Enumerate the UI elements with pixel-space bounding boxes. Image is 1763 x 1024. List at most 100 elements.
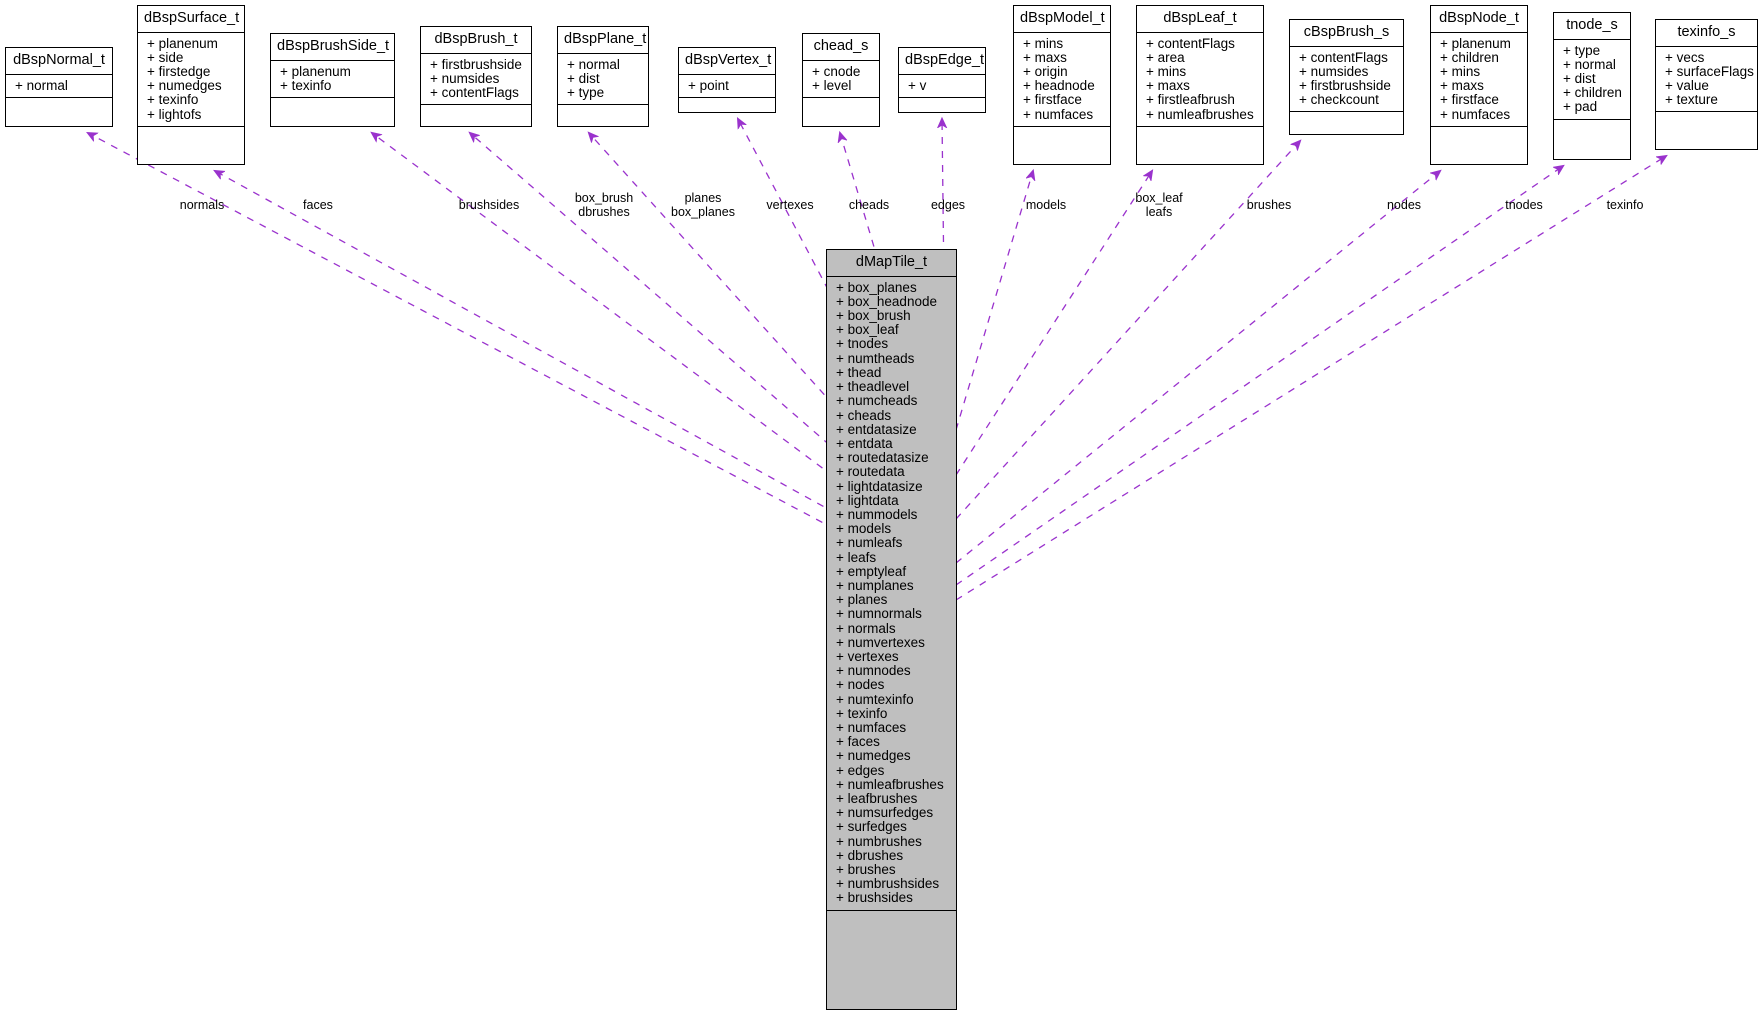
uml-attribute-compartment: + planenum + side + firstedge + numedges + t… (138, 33, 244, 127)
uml-attribute: + entdatasize (836, 421, 917, 437)
uml-attribute: + area (1146, 49, 1185, 65)
uml-attribute: + firstbrushside (1299, 78, 1391, 94)
uml-attribute: + numsurfedges (836, 805, 934, 821)
uml-attribute: + mins (1146, 64, 1187, 80)
edge-label-e-box_leaf: box_leaf leafs (1135, 191, 1182, 219)
uml-attribute: + headnode (1023, 78, 1095, 94)
edge-label-line: nodes (1386, 198, 1422, 212)
uml-class-dBspBrush_t[interactable]: dBspBrush_t + firstbrushside + numsides + c… (420, 26, 532, 127)
uml-operation-compartment (1431, 127, 1527, 164)
uml-class-dBspLeaf_t[interactable]: dBspLeaf_t + contentFlags + area + mins + ma… (1136, 5, 1264, 165)
uml-attribute: + contentFlags (430, 85, 519, 101)
uml-class-title: dBspModel_t (1014, 6, 1110, 33)
uml-attribute: + normal (567, 56, 620, 72)
edge-label-line: edges (930, 198, 966, 212)
uml-class-title: dBspVertex_t (679, 48, 775, 75)
uml-attribute: + box_headnode (836, 293, 937, 309)
uml-class-dBspSurface_t[interactable]: dBspSurface_t + planenum + side + firstedge… (137, 5, 245, 165)
uml-attribute: + theadlevel (836, 379, 910, 395)
uml-operation-compartment (679, 98, 775, 116)
uml-attribute: + brushsides (836, 890, 913, 906)
uml-attribute-compartment: + v (899, 75, 985, 98)
uml-operation-compartment (1656, 112, 1757, 149)
uml-attribute-compartment: + firstbrushside + numsides + contentFlags (421, 54, 531, 106)
edge-label-e-texinfo: texinfo (1606, 198, 1644, 213)
uml-attribute: + vertexes (836, 648, 899, 664)
uml-class-dBspPlane_t[interactable]: dBspPlane_t + normal + dist + type (557, 26, 649, 127)
edge-label-line: box_planes (671, 204, 735, 219)
uml-diagram-canvas: dBspNormal_t + normal dBspSurface_t + plane… (0, 0, 1763, 1024)
uml-operation-compartment (803, 98, 879, 126)
uml-attribute: + numplanes (836, 577, 914, 593)
uml-class-texinfo_s[interactable]: texinfo_s + vecs + surfaceFlags + value + te… (1655, 19, 1758, 150)
edge-label-line: texinfo (1606, 198, 1644, 212)
uml-class-dBspVertex_t[interactable]: dBspVertex_t + point (678, 47, 776, 113)
uml-attribute: + children (1440, 49, 1499, 65)
edge-label-e-faces: faces (303, 198, 333, 213)
uml-attribute: + mins (1023, 35, 1064, 51)
uml-attribute: + contentFlags (1299, 49, 1388, 65)
uml-usage-edge-e-models (955, 171, 1033, 431)
uml-attribute: + type (1563, 42, 1601, 58)
uml-class-dBspBrushSide_t[interactable]: dBspBrushSide_t + planenum + texinfo (270, 33, 395, 127)
edge-label-line: dbrushes (578, 204, 630, 219)
uml-class-title: cBspBrush_s (1290, 20, 1403, 47)
uml-attribute: + maxs (1023, 49, 1067, 65)
edge-label-line: vertexes (766, 198, 814, 212)
edge-label-e-normals: normals (180, 198, 224, 213)
uml-attribute: + planenum (147, 35, 218, 51)
uml-attribute: + texture (1665, 92, 1718, 108)
uml-attribute: + lightofs (147, 106, 202, 122)
edge-label-line: models (1025, 198, 1067, 212)
uml-attribute: + numsides (1299, 63, 1369, 79)
uml-attribute: + box_planes (836, 279, 917, 295)
uml-attribute: + brushes (836, 862, 896, 877)
uml-attribute: + surfedges (836, 819, 907, 835)
uml-attribute-compartment: + mins + maxs + origin + headnode + firstfac… (1014, 33, 1110, 127)
uml-attribute: + texinfo (836, 705, 888, 721)
uml-attribute: + v (908, 77, 927, 93)
uml-class-cBspBrush_s[interactable]: cBspBrush_s + contentFlags + numsides + fir… (1289, 19, 1404, 135)
uml-attribute-compartment: + normal + dist + type (558, 54, 648, 106)
uml-attribute: + side (147, 49, 184, 65)
uml-usage-edge-e-tnodes (955, 166, 1563, 586)
uml-attribute: + firstleafbrush (1146, 92, 1235, 108)
uml-attribute: + numleafbrushes (836, 776, 944, 792)
uml-attribute: + normal (15, 77, 68, 93)
uml-class-chead_s[interactable]: chead_s + cnode + level (802, 33, 880, 127)
uml-attribute: + leafbrushes (836, 790, 918, 806)
uml-attribute: + firstface (1440, 92, 1499, 108)
uml-class-dBspNode_t[interactable]: dBspNode_t + planenum + children + mins + ma… (1430, 5, 1528, 165)
edge-label-e-brushsides: brushsides (459, 198, 519, 213)
uml-attribute: + mins (1440, 64, 1481, 80)
uml-attribute-compartment: + contentFlags + area + mins + maxs + firstl… (1137, 33, 1263, 127)
uml-class-dBspNormal_t[interactable]: dBspNormal_t + normal (5, 47, 113, 127)
uml-attribute: + vecs (1665, 49, 1705, 65)
uml-class-tnode_s[interactable]: tnode_s + type + normal + dist + children + p… (1553, 12, 1631, 160)
uml-operation-compartment (271, 98, 394, 126)
uml-attribute: + faces (836, 734, 880, 750)
uml-attribute: + cnode (812, 63, 861, 79)
uml-attribute: + leafs (836, 549, 877, 565)
uml-attribute: + numedges (147, 78, 222, 94)
uml-attribute: + surfaceFlags (1665, 63, 1754, 79)
edge-label-line: cheads (848, 198, 890, 212)
uml-attribute: + type (567, 85, 605, 101)
uml-attribute: + thead (836, 364, 882, 380)
uml-attribute: + nodes (836, 677, 885, 693)
uml-class-dMapTile_t[interactable]: dMapTile_t + box_planes + box_headnode + bo… (826, 249, 957, 1010)
uml-attribute: + entdata (836, 435, 893, 451)
uml-class-dBspModel_t[interactable]: dBspModel_t + mins + maxs + origin + headnod… (1013, 5, 1111, 165)
uml-attribute: + numnormals (836, 606, 922, 622)
uml-class-dBspEdge_t[interactable]: dBspEdge_t + v (898, 47, 986, 113)
edge-label-e-box_brush: box_brush dbrushes (575, 191, 633, 219)
uml-class-title: dBspLeaf_t (1137, 6, 1263, 33)
uml-attribute: + numtheads (836, 350, 915, 366)
uml-class-title: dMapTile_t (827, 250, 956, 277)
edge-label-line: tnodes (1505, 198, 1543, 212)
uml-attribute: + numvertexes (836, 634, 925, 650)
uml-attribute: + checkcount (1299, 92, 1379, 108)
uml-attribute: + firstedge (147, 64, 211, 80)
uml-attribute-compartment: + vecs + surfaceFlags + value + texture (1656, 47, 1757, 113)
uml-class-title: dBspBrush_t (421, 27, 531, 54)
